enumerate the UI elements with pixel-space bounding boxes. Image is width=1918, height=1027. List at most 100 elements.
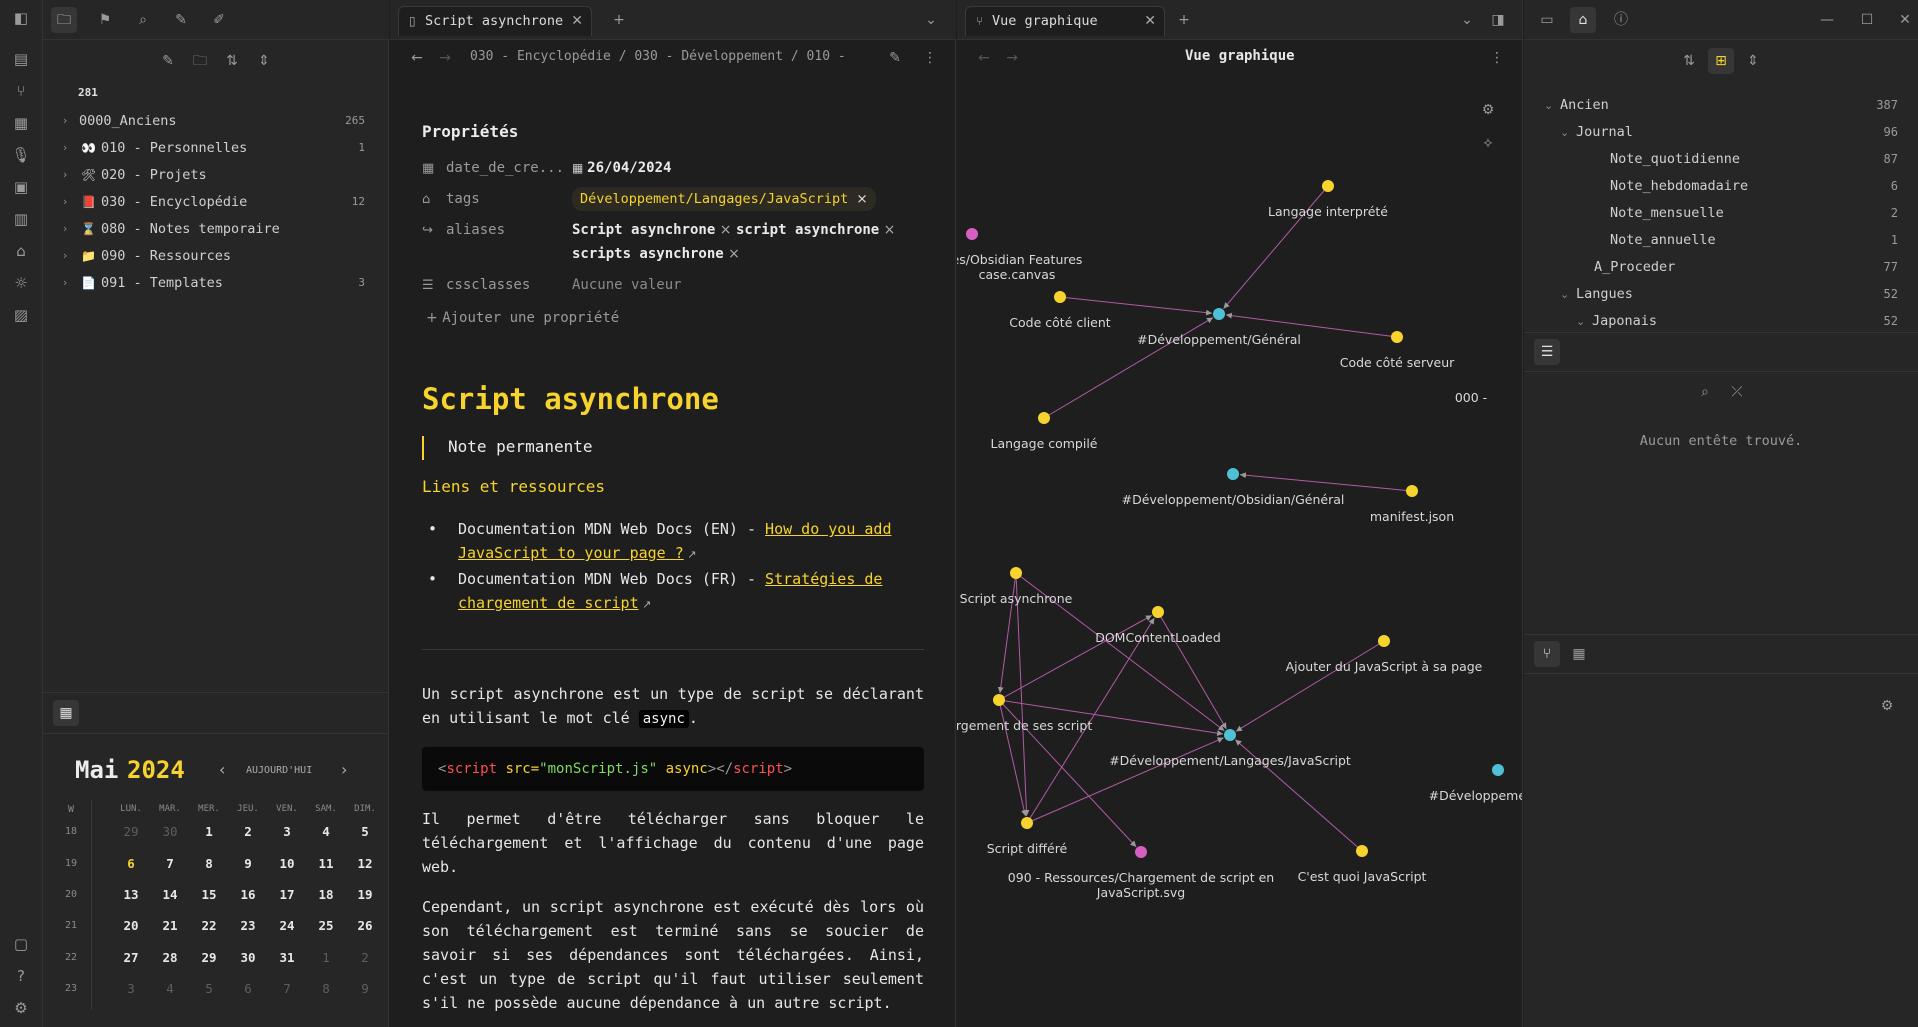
info-icon[interactable]: ⓘ bbox=[1608, 7, 1634, 33]
calendar-day[interactable]: 23 bbox=[230, 918, 266, 933]
remove-alias-icon[interactable]: × bbox=[879, 222, 896, 238]
graph-node[interactable] bbox=[1021, 817, 1033, 829]
table-icon[interactable]: ▥ bbox=[10, 208, 32, 230]
graph-node-label[interactable]: Script différé bbox=[987, 841, 1068, 856]
calendar-day[interactable]: 9 bbox=[347, 981, 383, 996]
sun-icon[interactable]: ☼ bbox=[10, 272, 32, 294]
calendar-day[interactable]: 28 bbox=[152, 950, 188, 965]
chevron-right-icon[interactable]: › bbox=[63, 216, 67, 242]
sidebar-toggle-icon[interactable]: ◧ bbox=[10, 7, 32, 29]
folder-item[interactable]: › 090 - Ressources 📁 bbox=[43, 243, 389, 269]
calendar-day[interactable]: 17 bbox=[269, 887, 305, 902]
calendar-day[interactable]: 2 bbox=[230, 824, 266, 839]
alias-3[interactable]: scripts asynchrone bbox=[572, 246, 724, 262]
tag-tree-item[interactable]: ⌄ Ancien 387 bbox=[1524, 92, 1918, 119]
calendar-day[interactable]: 3 bbox=[113, 981, 149, 996]
graph-node-label[interactable]: #Développement/Général bbox=[1137, 332, 1301, 347]
tag-tree-item[interactable]: Note_annuelle 1 bbox=[1524, 227, 1918, 254]
calendar-day[interactable]: 7 bbox=[152, 856, 188, 871]
calendar-day[interactable]: 12 bbox=[347, 856, 383, 871]
folder-item[interactable]: › 0000_Anciens 265 bbox=[43, 108, 389, 134]
maximize-icon[interactable]: ☐ bbox=[1854, 7, 1880, 33]
property-cssclasses[interactable]: ☰ cssclasses Aucune valeur bbox=[422, 273, 924, 297]
calendar-day[interactable]: 6 bbox=[113, 856, 149, 871]
calendar-day[interactable]: 31 bbox=[269, 950, 305, 965]
calendar-day[interactable]: 15 bbox=[191, 887, 227, 902]
edit-icon[interactable]: ✎ bbox=[882, 45, 908, 71]
breadcrumb[interactable]: 030 - Encyclopédie / 030 - Développement… bbox=[470, 49, 846, 64]
graph-node[interactable] bbox=[1492, 764, 1504, 776]
new-folder-icon[interactable]: 🗀 bbox=[187, 48, 213, 74]
graph-node[interactable] bbox=[1322, 180, 1334, 192]
alias-2[interactable]: script asynchrone bbox=[736, 222, 879, 238]
close-icon[interactable]: ✕ bbox=[571, 7, 583, 35]
add-property-button[interactable]: + Ajouter une propriété bbox=[426, 310, 619, 326]
calendar-day[interactable]: 5 bbox=[347, 824, 383, 839]
graph-node-label[interactable]: #Développement/Obs bbox=[1429, 788, 1522, 803]
graph-node-label[interactable]: 000 - bbox=[1455, 390, 1487, 405]
graph-node[interactable] bbox=[1135, 846, 1147, 858]
layout-icon[interactable]: ▣ bbox=[10, 176, 32, 198]
calendar-day[interactable]: 20 bbox=[113, 918, 149, 933]
calendar-day[interactable]: 6 bbox=[230, 981, 266, 996]
search-icon[interactable]: ⌕ bbox=[130, 7, 156, 33]
graph-node[interactable] bbox=[1356, 845, 1368, 857]
help-icon[interactable]: ? bbox=[10, 965, 32, 987]
graph-node-label[interactable]: DOMContentLoaded bbox=[1095, 630, 1221, 645]
calendar-day[interactable]: 24 bbox=[269, 918, 305, 933]
graph-node[interactable] bbox=[1391, 331, 1403, 343]
graph-node-label[interactable]: Code côté client bbox=[1009, 315, 1110, 330]
graph-node[interactable] bbox=[1038, 412, 1050, 424]
chevron-down-icon[interactable]: ⌄ bbox=[918, 7, 944, 33]
back-icon[interactable]: ← bbox=[404, 45, 430, 71]
folder-item[interactable]: › 080 - Notes temporaire ⌛ bbox=[43, 216, 389, 242]
tag-tree-item[interactable]: Note_mensuelle 2 bbox=[1524, 200, 1918, 227]
graph-node-label[interactable]: es/Obsidian Features case.canvas bbox=[957, 252, 1082, 282]
tag-tree-item[interactable]: Note_quotidienne 87 bbox=[1524, 146, 1918, 173]
forward-icon[interactable]: → bbox=[432, 45, 458, 71]
graph-node[interactable] bbox=[1152, 606, 1164, 618]
expand-icon[interactable]: ⇕ bbox=[1740, 48, 1766, 74]
graph-node[interactable] bbox=[1054, 291, 1066, 303]
tag-tree-item[interactable]: A_Proceder 77 bbox=[1524, 254, 1918, 281]
chevron-right-icon[interactable]: › bbox=[63, 135, 67, 161]
remove-alias-icon[interactable]: × bbox=[715, 222, 736, 238]
calendar-icon[interactable]: ▦ bbox=[53, 700, 79, 726]
graph-node-label[interactable]: 090 - Ressources/Chargement de script en… bbox=[1008, 870, 1274, 900]
property-aliases[interactable]: ↪ aliases Script asynchrone × script asyn… bbox=[422, 218, 924, 268]
today-button[interactable]: AUJOURD'HUI bbox=[246, 765, 312, 776]
outline-icon[interactable]: ☰ bbox=[1534, 339, 1560, 365]
graph-node[interactable] bbox=[1406, 485, 1418, 497]
home-icon[interactable]: ⌂ bbox=[10, 240, 32, 262]
chevron-right-icon[interactable]: › bbox=[63, 189, 67, 215]
calendar-day[interactable]: 13 bbox=[113, 887, 149, 902]
chevron-right-icon[interactable]: › bbox=[63, 270, 67, 296]
remove-tag-icon[interactable]: × bbox=[856, 191, 867, 207]
canvas-icon[interactable]: ▦ bbox=[10, 112, 32, 134]
calendar-day[interactable]: 26 bbox=[347, 918, 383, 933]
tag-icon[interactable]: ✐ bbox=[206, 7, 232, 33]
collapse-icon[interactable]: ⇕ bbox=[251, 48, 277, 74]
calendar-day[interactable]: 14 bbox=[152, 887, 188, 902]
property-tags[interactable]: ⌂ tags Développement/Langages/JavaScript … bbox=[422, 187, 924, 211]
graph-node[interactable] bbox=[1378, 635, 1390, 647]
tags-icon[interactable]: ⌂ bbox=[1570, 7, 1596, 33]
graph-node-label[interactable]: Code côté serveur bbox=[1340, 355, 1455, 370]
graph-node-label[interactable]: Langage compilé bbox=[990, 436, 1097, 451]
graph-node[interactable] bbox=[1213, 308, 1225, 320]
new-note-icon[interactable]: ✎ bbox=[155, 48, 181, 74]
local-graph-icon[interactable]: ⑂ bbox=[1534, 641, 1560, 667]
tree-view-icon[interactable]: ⊞ bbox=[1708, 48, 1734, 74]
calendar-day[interactable]: 8 bbox=[191, 856, 227, 871]
tag-tree-item[interactable]: Note_hebdomadaire 6 bbox=[1524, 173, 1918, 200]
sort-icon[interactable]: ⇅ bbox=[1676, 48, 1702, 74]
graph-node-label[interactable]: C'est quoi JavaScript bbox=[1298, 869, 1427, 884]
search-icon[interactable]: ⌕ bbox=[1692, 379, 1718, 405]
chevron-right-icon[interactable]: › bbox=[63, 108, 67, 134]
sort-icon[interactable]: ⇅ bbox=[219, 48, 245, 74]
table-icon[interactable]: ▦ bbox=[1566, 641, 1592, 667]
graph-node[interactable] bbox=[1227, 468, 1239, 480]
chevron-down-icon[interactable]: ⌄ bbox=[1544, 92, 1553, 119]
calendar-day[interactable]: 30 bbox=[230, 950, 266, 965]
graph-node[interactable] bbox=[966, 228, 978, 240]
